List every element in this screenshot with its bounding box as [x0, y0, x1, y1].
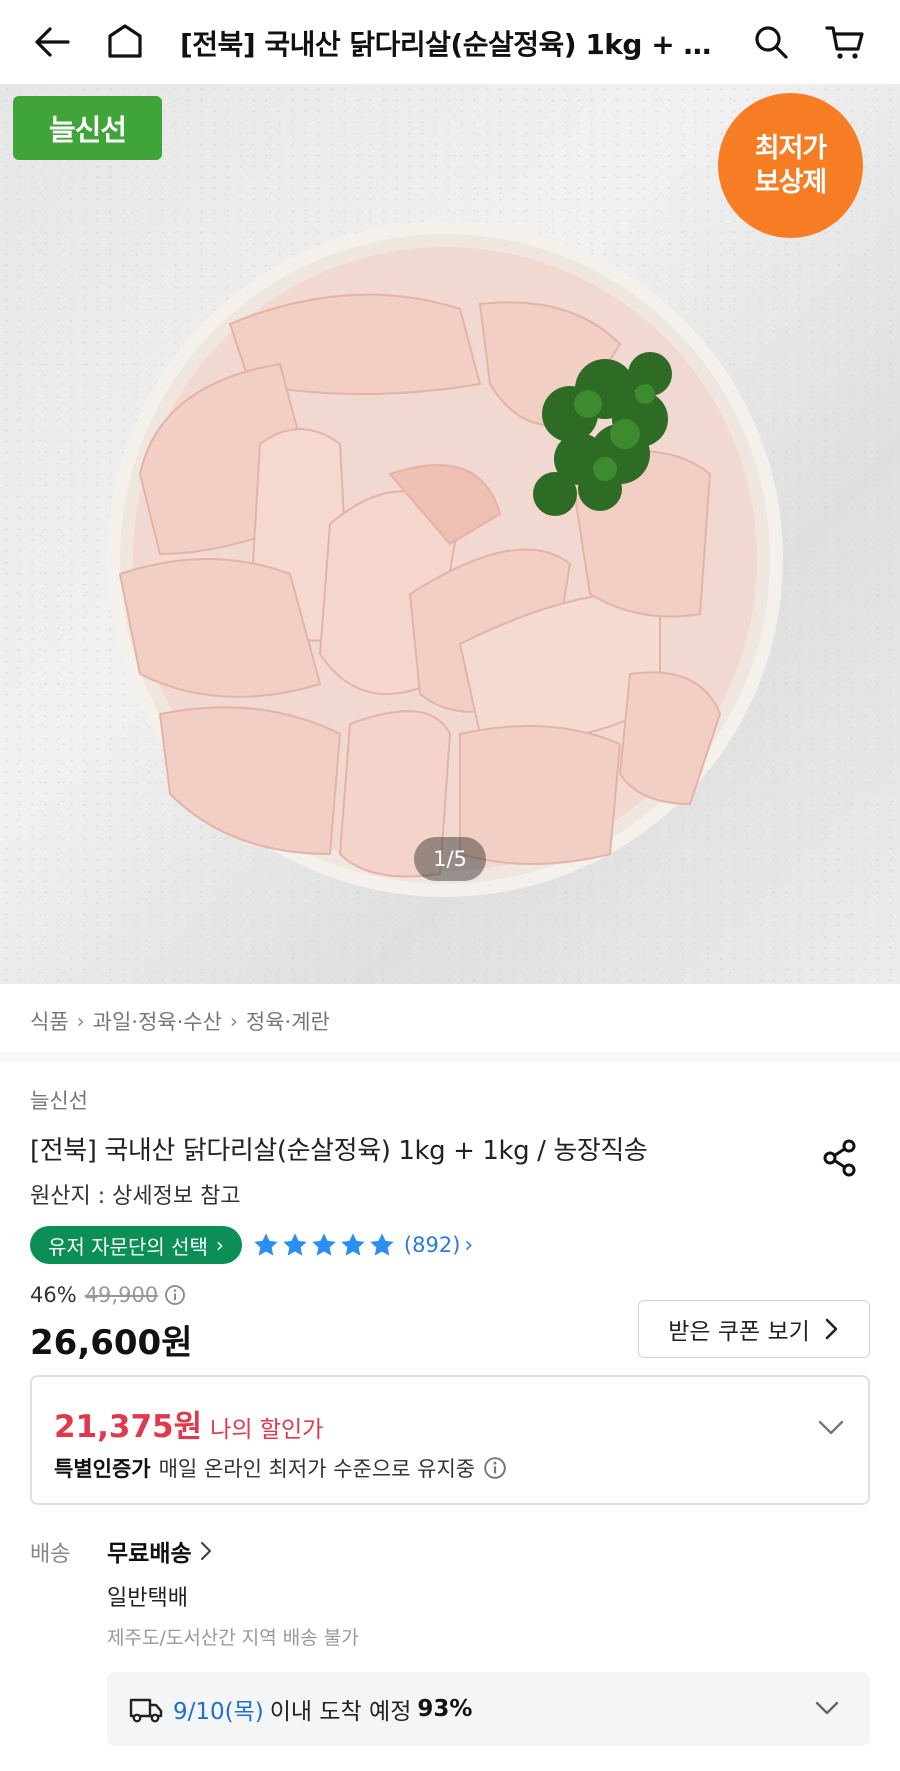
origin-info: 원산지 : 상세정보 참고 — [30, 1184, 241, 1209]
badge-rating-row: 유저 자문단의 선택 › (892) › — [30, 1226, 473, 1264]
truck-icon — [129, 1698, 163, 1723]
shipping-label: 배송 — [30, 1542, 71, 1567]
star-icon — [283, 1233, 307, 1256]
star-icon — [341, 1233, 365, 1256]
cart-icon[interactable] — [820, 17, 870, 67]
my-price-value: 21,375원 — [54, 1409, 203, 1445]
discount-row: 46% 49,900 — [30, 1283, 186, 1307]
breadcrumb-item-food[interactable]: 식품 — [30, 1006, 69, 1036]
free-shipping-link[interactable]: 무료배송 — [107, 1534, 212, 1568]
chicken-plate-image — [107, 221, 783, 897]
coupon-button-label: 받은 쿠폰 보기 — [668, 1319, 810, 1345]
star-icon — [254, 1233, 278, 1256]
chevron-right-icon — [200, 1541, 211, 1561]
delivery-eta-bar[interactable]: 9/10(목) 이내 도착 예정 93% — [107, 1672, 870, 1746]
original-price: 49,900 — [84, 1283, 159, 1307]
back-arrow-icon[interactable] — [27, 17, 77, 67]
eta-text: 이내 도착 예정 — [269, 1699, 412, 1725]
top-app-bar: [전북] 국내산 닭다리살(순살정육) 1kg + 1kg / 농장직송 — [0, 0, 900, 84]
shipping-restriction-note: 제주도/도서산간 지역 배송 불가 — [107, 1627, 359, 1649]
share-icon[interactable] — [818, 1136, 862, 1180]
product-image-carousel[interactable]: 늘신선 최저가 보상제 1/5 — [0, 84, 900, 984]
my-discount-price: 21,375원 나의 할인가 — [54, 1401, 323, 1446]
product-title: [전북] 국내산 닭다리살(순살정육) 1kg + 1kg / 농장직송 — [30, 1136, 648, 1166]
user-panel-pick-badge[interactable]: 유저 자문단의 선택 › — [30, 1226, 242, 1264]
chevron-right-icon: › — [229, 1009, 238, 1033]
eta-percentage: 93% — [417, 1696, 473, 1722]
star-icon — [312, 1233, 336, 1256]
badge-line-1: 최저가 — [754, 132, 828, 164]
page-title: [전북] 국내산 닭다리살(순살정육) 1kg + 1kg / 농장직송 — [180, 28, 720, 61]
chevron-down-icon — [815, 1701, 839, 1715]
eta-date: 9/10(목) — [173, 1699, 264, 1725]
brand-badge: 늘신선 — [13, 96, 162, 160]
shipping-method: 일반택배 — [107, 1586, 188, 1611]
shipping-type: 무료배송 — [107, 1541, 192, 1567]
cert-label: 특별인증가 — [54, 1457, 151, 1481]
chevron-right-icon: › — [464, 1232, 474, 1258]
star-rating[interactable] — [252, 1231, 396, 1259]
review-count-link[interactable]: (892) — [404, 1233, 460, 1257]
sale-price: 26,600원 — [30, 1323, 193, 1363]
section-divider — [0, 1052, 900, 1062]
chevron-right-icon — [825, 1318, 838, 1340]
certified-price-row: 특별인증가 매일 온라인 최저가 수준으로 유지중 — [54, 1453, 507, 1483]
view-coupons-button[interactable]: 받은 쿠폰 보기 — [638, 1300, 870, 1358]
cert-text: 매일 온라인 최저가 수준으로 유지중 — [158, 1457, 476, 1481]
breadcrumb-item-fruit-meat-seafood[interactable]: 과일·정육·수산 — [93, 1006, 222, 1036]
pick-badge-label: 유저 자문단의 선택 — [48, 1234, 208, 1259]
image-counter: 1/5 — [414, 837, 486, 881]
star-icon — [370, 1233, 394, 1256]
chevron-right-icon: › — [76, 1009, 85, 1033]
discount-rate: 46% — [30, 1283, 77, 1307]
seller-name[interactable]: 늘신선 — [30, 1085, 88, 1115]
my-price-label: 나의 할인가 — [210, 1417, 324, 1443]
info-icon[interactable] — [164, 1284, 186, 1306]
home-icon[interactable] — [100, 17, 150, 67]
lowest-price-guarantee-badge: 최저가 보상제 — [718, 93, 863, 238]
chevron-right-icon: › — [215, 1233, 224, 1257]
breadcrumb-item-meat-eggs[interactable]: 정육·계란 — [246, 1006, 330, 1036]
chevron-down-icon[interactable] — [816, 1415, 846, 1439]
search-icon[interactable] — [746, 17, 796, 67]
badge-line-2: 보상제 — [754, 166, 828, 198]
info-icon[interactable] — [483, 1456, 507, 1480]
my-discount-panel[interactable]: 21,375원 나의 할인가 특별인증가 매일 온라인 최저가 수준으로 유지중 — [30, 1375, 870, 1505]
breadcrumb: 식품 › 과일·정육·수산 › 정육·계란 — [30, 1006, 330, 1036]
